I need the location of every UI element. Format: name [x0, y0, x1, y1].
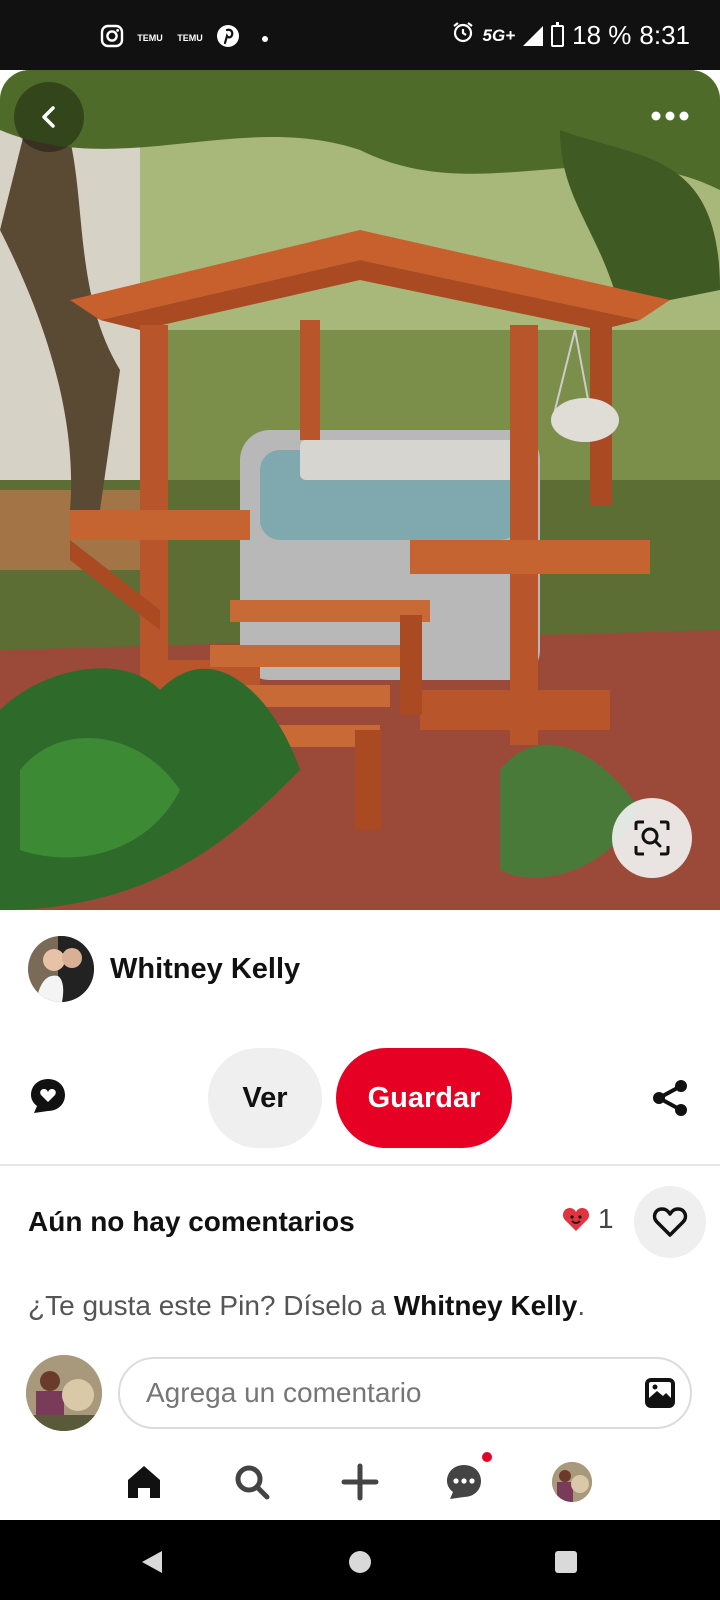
- author-avatar[interactable]: [28, 936, 94, 1002]
- back-button[interactable]: [14, 82, 84, 152]
- pin-image[interactable]: [0, 70, 720, 910]
- share-button[interactable]: [650, 1078, 690, 1118]
- alarm-icon: [451, 20, 475, 51]
- reaction-count: 1: [598, 1203, 614, 1234]
- notification-badge: [482, 1452, 492, 1462]
- temu-icon: TEMU: [137, 33, 163, 43]
- status-right-icons: 5G+ 18 % 8:31: [451, 20, 690, 51]
- system-back-button[interactable]: [134, 1544, 170, 1580]
- temu-icon: TEMU: [177, 33, 203, 43]
- pin-image-illustration: [0, 70, 720, 910]
- nav-create[interactable]: [336, 1458, 384, 1506]
- home-icon: [128, 1466, 160, 1498]
- divider: [0, 1164, 720, 1166]
- profile-avatar-image: [552, 1462, 592, 1502]
- image-icon: [645, 1378, 675, 1408]
- status-left-icons: TEMU TEMU: [100, 24, 268, 53]
- save-button[interactable]: Guardar: [336, 1048, 512, 1148]
- nav-profile[interactable]: [548, 1458, 596, 1506]
- create-plus-icon: [341, 1463, 379, 1501]
- visual-search-button[interactable]: [612, 798, 692, 878]
- signal-icon: [523, 25, 544, 46]
- nav-search[interactable]: [228, 1458, 276, 1506]
- pin-actions: Ver Guardar: [0, 1048, 720, 1148]
- heart-reaction-icon: [562, 1208, 590, 1231]
- triangle-back-icon: [142, 1551, 162, 1573]
- square-recents-icon: [555, 1551, 577, 1573]
- status-bar: TEMU TEMU 5G+ 18 % 8:31: [0, 0, 720, 70]
- nav-messages[interactable]: [440, 1452, 492, 1506]
- bottom-navigation: [0, 1440, 720, 1520]
- comment-button[interactable]: [28, 1076, 72, 1120]
- nav-home[interactable]: [120, 1458, 168, 1506]
- instagram-icon: [100, 24, 124, 53]
- lens-search-icon: [634, 820, 670, 856]
- comment-prompt-text: ¿Te gusta este Pin? Díselo a: [28, 1290, 394, 1321]
- chevron-left-icon: [42, 106, 55, 128]
- clock: 8:31: [639, 20, 690, 50]
- messages-icon: [447, 1465, 481, 1499]
- search-icon: [235, 1465, 270, 1500]
- network-type: 5G+: [482, 25, 516, 45]
- author-avatar-image: [28, 936, 94, 1002]
- comments-heading: Aún no hay comentarios: [28, 1206, 355, 1237]
- system-navigation-bar: [0, 1520, 720, 1600]
- profile-avatar: [552, 1462, 592, 1502]
- react-button[interactable]: [634, 1186, 706, 1258]
- reaction-summary[interactable]: 1: [562, 1203, 614, 1235]
- pin-author[interactable]: Whitney Kelly: [28, 936, 300, 1002]
- my-avatar: [26, 1355, 102, 1431]
- more-dots-icon: [651, 111, 689, 121]
- heart-outline-icon: [652, 1207, 688, 1237]
- system-home-button[interactable]: [342, 1544, 378, 1580]
- share-icon: [653, 1080, 687, 1116]
- my-avatar-image: [26, 1355, 102, 1431]
- battery-icon: [551, 21, 565, 47]
- comment-prompt: ¿Te gusta este Pin? Díselo a Whitney Kel…: [28, 1290, 585, 1322]
- comment-input[interactable]: [118, 1357, 692, 1429]
- more-options-button[interactable]: [640, 96, 700, 136]
- author-name[interactable]: Whitney Kelly: [110, 953, 300, 986]
- comment-composer: [26, 1355, 696, 1431]
- comment-prompt-suffix: .: [577, 1290, 586, 1321]
- system-recents-button[interactable]: [548, 1544, 584, 1580]
- view-button[interactable]: Ver: [208, 1048, 322, 1148]
- notification-dot-icon: [262, 35, 268, 42]
- pinterest-icon: [216, 24, 240, 53]
- battery-percent: 18 %: [572, 20, 632, 50]
- circle-home-icon: [349, 1551, 371, 1573]
- comment-prompt-author[interactable]: Whitney Kelly: [394, 1290, 578, 1321]
- comment-bubble-icon: [31, 1079, 65, 1113]
- attach-photo-button[interactable]: [644, 1377, 676, 1409]
